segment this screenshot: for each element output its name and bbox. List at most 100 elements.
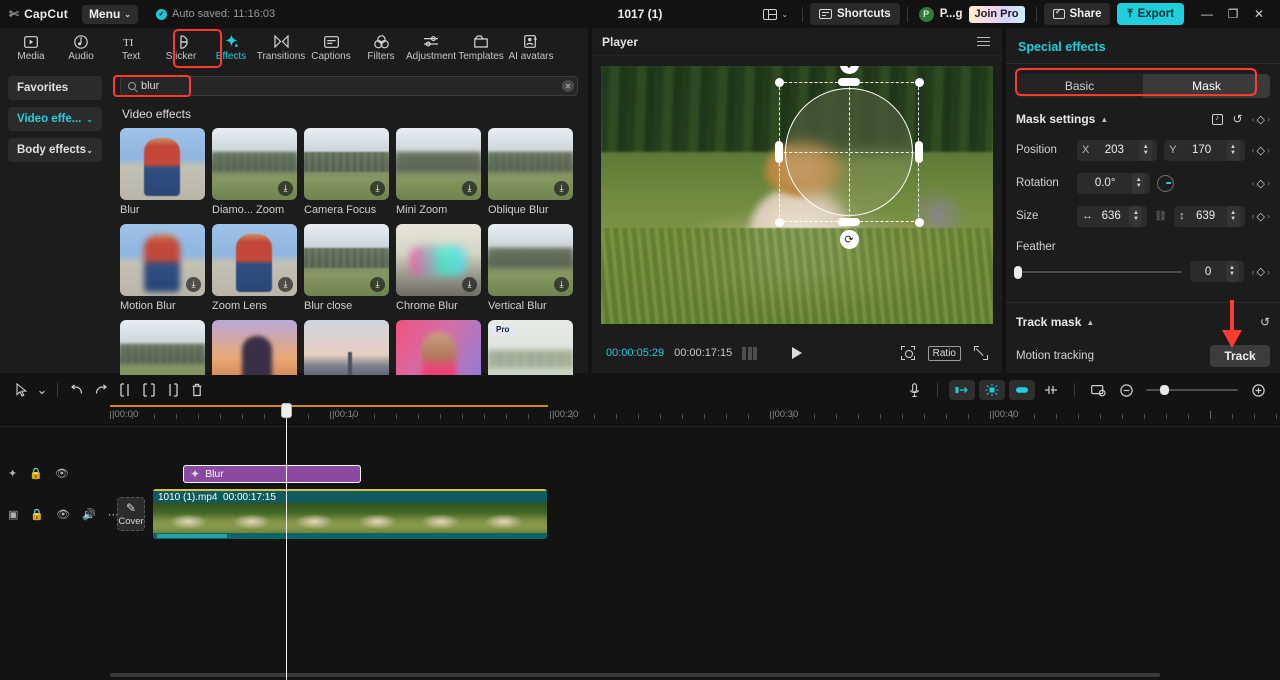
track-mask-header[interactable]: Track mask ▲ ↺ xyxy=(1006,313,1280,331)
profile-group[interactable]: P P...g Join Pro xyxy=(915,5,1029,23)
shortcuts-button[interactable]: Shortcuts xyxy=(810,3,900,25)
size-height-stepper[interactable]: ▲ ▼ xyxy=(1226,205,1240,227)
join-pro-button[interactable]: Join Pro xyxy=(968,5,1025,23)
export-button[interactable]: ⤒ Export xyxy=(1117,3,1184,25)
play-button[interactable] xyxy=(792,347,802,359)
next-keyframe-icon[interactable]: › xyxy=(1267,145,1270,155)
keyframe-nav[interactable]: ‹ ◇ › xyxy=(1252,113,1270,126)
download-icon[interactable]: ⤓ xyxy=(462,277,477,292)
reset-icon[interactable]: ↺ xyxy=(1260,316,1270,328)
tool-filters[interactable]: Filters xyxy=(356,29,406,67)
tool-adjustment[interactable]: Adjustment xyxy=(406,29,456,67)
effect-star-icon[interactable]: ✦ xyxy=(8,467,17,480)
effect-item[interactable]: ⤓ Oblique Blur xyxy=(488,128,573,216)
zoom-slider[interactable] xyxy=(1146,385,1238,395)
size-width-stepper[interactable]: ▲ ▼ xyxy=(1129,205,1143,227)
effect-item[interactable]: ⤓ Zoom Lens xyxy=(212,224,297,312)
category-video-effects[interactable]: Video effe... ⌄ xyxy=(8,107,102,131)
redo-icon[interactable] xyxy=(89,379,113,401)
position-y-field[interactable]: Y ▲▼ xyxy=(1164,139,1245,161)
effect-item[interactable]: ⤓ Chrome Blur xyxy=(396,224,481,312)
add-keyframe-icon[interactable]: ◇ xyxy=(1257,210,1265,223)
size-width-input[interactable] xyxy=(1097,210,1126,222)
select-tool-icon[interactable] xyxy=(10,379,34,401)
eye-icon[interactable]: 👁 xyxy=(56,508,70,521)
split-marker-icon[interactable] xyxy=(1039,379,1063,401)
download-icon[interactable]: ⤓ xyxy=(186,277,201,292)
category-body-effects[interactable]: Body effects ⌄ xyxy=(8,138,102,162)
ratio-button[interactable]: Ratio xyxy=(927,345,961,361)
share-button[interactable]: Share xyxy=(1043,3,1111,25)
fullscreen-icon[interactable] xyxy=(974,346,988,360)
prev-keyframe-icon[interactable]: ‹ xyxy=(1252,145,1255,155)
add-keyframe-icon[interactable]: ◇ xyxy=(1257,177,1265,190)
size-height-input[interactable] xyxy=(1188,210,1223,222)
close-button[interactable]: ✕ xyxy=(1246,1,1272,27)
feather-input[interactable] xyxy=(1194,265,1222,278)
undo-icon[interactable] xyxy=(65,379,89,401)
magnify-icon[interactable] xyxy=(900,346,915,360)
size-keyframe-nav[interactable]: ‹ ◇ › xyxy=(1252,210,1270,223)
grid-icon[interactable] xyxy=(742,346,758,360)
rotation-field[interactable]: ▲▼ xyxy=(1077,172,1151,194)
download-icon[interactable]: ⤓ xyxy=(278,277,293,292)
video-stage[interactable]: ✥ ⟳ xyxy=(601,66,993,324)
position-y-stepper[interactable]: ▲ ▼ xyxy=(1226,139,1240,161)
mask-handle-top-right[interactable] xyxy=(914,77,924,87)
feather-stepper[interactable]: ▲ ▼ xyxy=(1225,261,1239,282)
mix-right-icon[interactable] xyxy=(1009,380,1035,400)
effect-item[interactable]: ⤓ Mini Zoom xyxy=(396,128,481,216)
feather-slider-handle[interactable] xyxy=(1014,265,1022,279)
rotation-stepper[interactable]: ▲ ▼ xyxy=(1132,172,1146,194)
lock-icon[interactable]: 🔒 xyxy=(30,508,44,521)
effect-item[interactable]: ⤓ Blur close xyxy=(304,224,389,312)
select-tool-dropdown-icon[interactable]: ⌄ xyxy=(34,379,50,401)
playhead-handle[interactable] xyxy=(281,403,292,418)
prev-keyframe-icon[interactable]: ‹ xyxy=(1252,114,1255,124)
add-keyframe-icon[interactable]: ◇ xyxy=(1257,265,1265,278)
position-x-stepper[interactable]: ▲ ▼ xyxy=(1139,139,1153,161)
mask-handle-left[interactable] xyxy=(775,141,783,163)
position-y-input[interactable] xyxy=(1180,144,1223,156)
size-width-field[interactable]: ↔ ▲▼ xyxy=(1077,205,1148,227)
effect-item[interactable]: ⤓ Diamo... Zoom xyxy=(212,128,297,216)
prev-keyframe-icon[interactable]: ‹ xyxy=(1252,178,1255,188)
zoom-out-icon[interactable] xyxy=(1114,379,1138,401)
tool-audio[interactable]: Audio xyxy=(56,29,106,67)
trim-left-icon[interactable] xyxy=(137,379,161,401)
rotation-keyframe-nav[interactable]: ‹ ◇ › xyxy=(1252,177,1270,190)
eye-icon[interactable]: 👁 xyxy=(55,467,69,480)
feather-keyframe-nav[interactable]: ‹ ◇ › xyxy=(1252,265,1270,278)
clear-search-icon[interactable]: ✕ xyxy=(562,80,574,92)
mask-handle-right[interactable] xyxy=(915,141,923,163)
video-icon[interactable]: ▣ xyxy=(8,508,18,521)
minimize-button[interactable]: — xyxy=(1194,1,1220,27)
link-aspect-icon[interactable]: ⛓ xyxy=(1154,211,1167,222)
mask-handle-bottom[interactable] xyxy=(838,218,860,226)
effect-item[interactable]: ⤓ Motion Blur xyxy=(120,224,205,312)
search-box[interactable] xyxy=(120,76,578,96)
track-button[interactable]: Track xyxy=(1210,345,1270,367)
tool-transitions[interactable]: Transitions xyxy=(256,29,306,67)
playhead[interactable] xyxy=(281,403,292,680)
position-keyframe-nav[interactable]: ‹ ◇ › xyxy=(1252,144,1270,157)
next-keyframe-icon[interactable]: › xyxy=(1267,267,1270,277)
effect-item[interactable]: ⤓ Vertical Blur xyxy=(488,224,573,312)
mask-overlay-controls[interactable]: ✥ ⟳ xyxy=(774,66,924,249)
add-keyframe-icon[interactable]: ◇ xyxy=(1257,144,1265,157)
tool-media[interactable]: Media xyxy=(6,29,56,67)
timeline-horizontal-scrollbar[interactable] xyxy=(110,673,1160,677)
keyframe-toggle-icon[interactable] xyxy=(1212,113,1224,125)
delete-icon[interactable] xyxy=(185,379,209,401)
microphone-icon[interactable] xyxy=(902,379,926,401)
next-keyframe-icon[interactable]: › xyxy=(1267,178,1270,188)
tool-ai-avatars[interactable]: AI avatars xyxy=(506,29,556,67)
feather-field[interactable]: ▲▼ xyxy=(1189,261,1244,282)
trim-right-icon[interactable] xyxy=(161,379,185,401)
category-favorites[interactable]: Favorites xyxy=(8,76,102,100)
download-icon[interactable]: ⤓ xyxy=(370,181,385,196)
mask-rotate-icon[interactable]: ⟳ xyxy=(839,230,859,249)
cover-button[interactable]: ✎ Cover xyxy=(117,497,145,531)
download-icon[interactable]: ⤓ xyxy=(554,181,569,196)
layout-button[interactable]: ⌄ xyxy=(756,3,795,25)
